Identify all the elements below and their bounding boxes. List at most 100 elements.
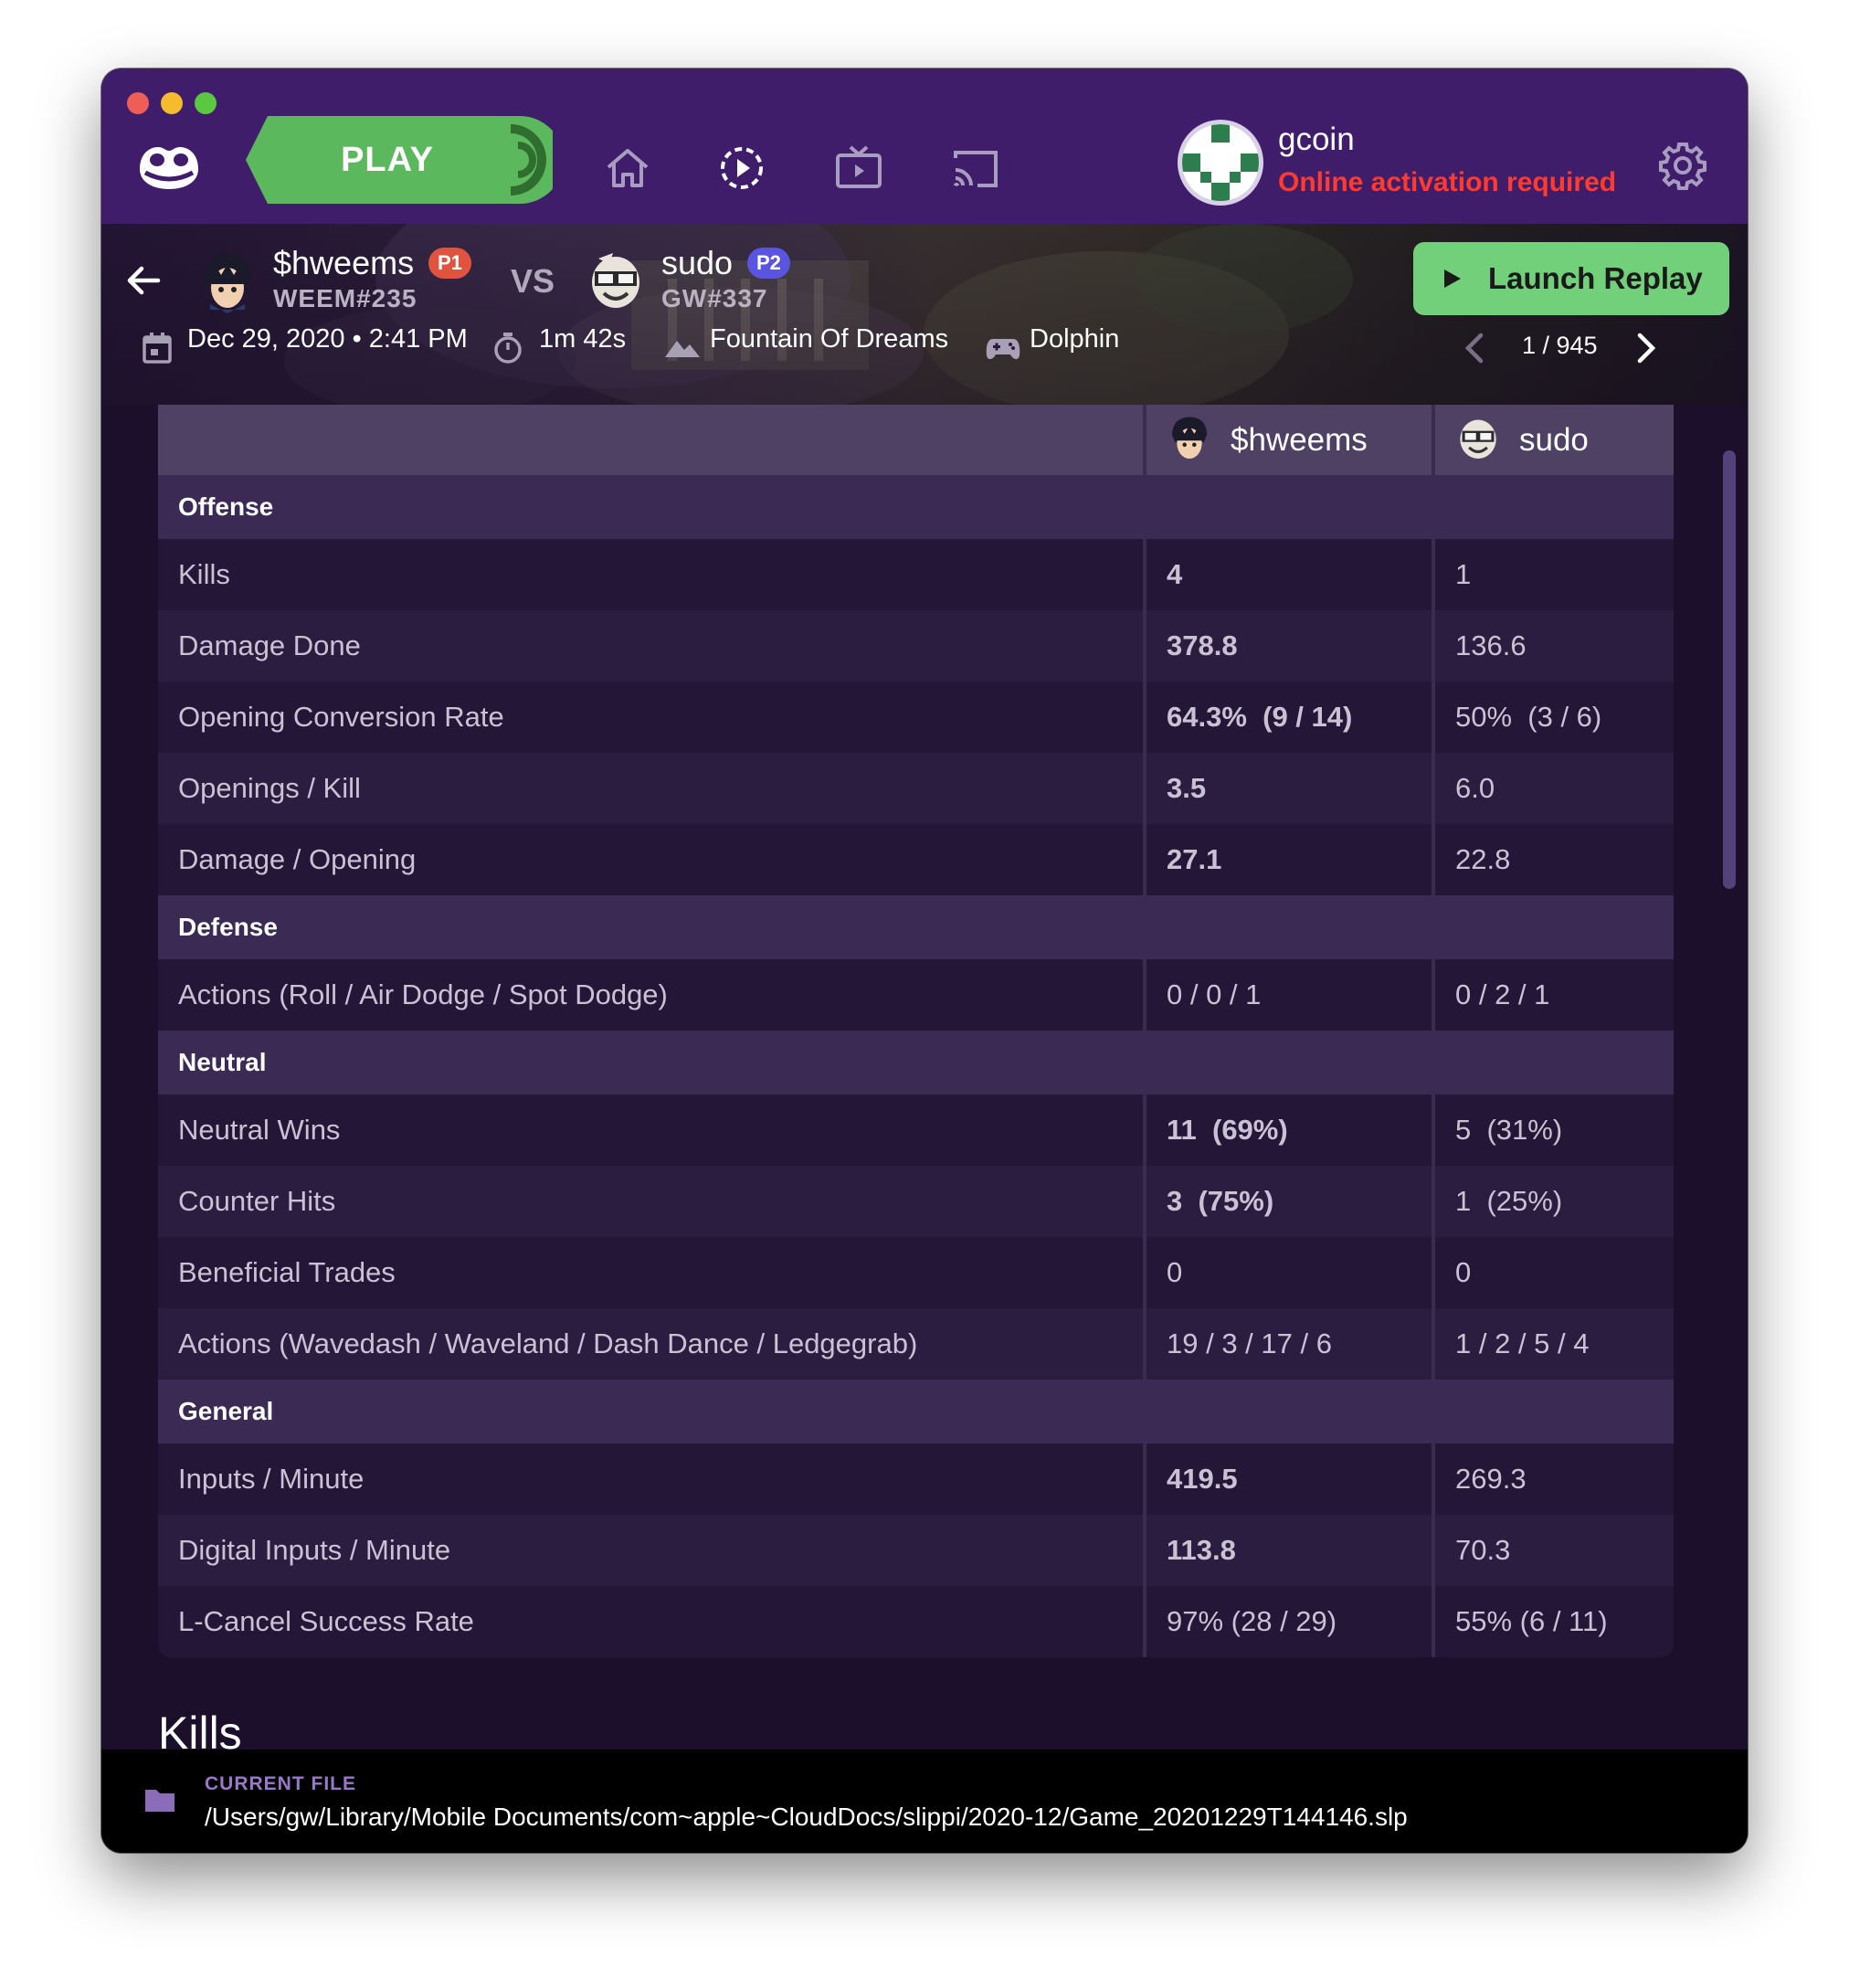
- launch-replay-button[interactable]: Launch Replay: [1413, 242, 1729, 315]
- stat-value-player1: 113.8: [1143, 1515, 1433, 1586]
- replay-counter: 1 / 945: [1522, 332, 1598, 359]
- stat-value-player2: 1: [1432, 539, 1674, 610]
- scrollbar-thumb[interactable]: [1723, 450, 1736, 889]
- stat-value-player1: 3 (75%): [1143, 1166, 1433, 1237]
- falco-character-icon: [1460, 419, 1496, 459]
- stat-value-player2: 1 / 2 / 5 / 4: [1432, 1308, 1674, 1380]
- play-icon: [1444, 270, 1461, 288]
- falco-character-icon: [592, 253, 639, 308]
- stat-value-player2: 0 / 2 / 1: [1432, 959, 1674, 1031]
- stat-value-player2: 22.8: [1432, 824, 1674, 895]
- zoom-window-button[interactable]: [195, 92, 217, 114]
- stat-value-player1: 419.5: [1143, 1443, 1433, 1515]
- stage-mountain-icon: [665, 341, 700, 357]
- play-button[interactable]: PLAY: [246, 116, 553, 204]
- stat-label: Digital Inputs / Minute: [158, 1515, 1145, 1586]
- replays-icon[interactable]: [713, 140, 770, 196]
- section-title: Neutral: [158, 1031, 1674, 1094]
- activation-warning[interactable]: Online activation required: [1278, 167, 1616, 198]
- stats-section-offense: Offense: [158, 475, 1674, 539]
- current-file-footer: CURRENT FILE /Users/gw/Library/Mobile Do…: [101, 1750, 1748, 1853]
- table-row: Actions (Wavedash / Waveland / Dash Danc…: [158, 1308, 1674, 1380]
- next-replay-icon[interactable]: [1632, 330, 1660, 366]
- stats-section-defense: Defense: [158, 895, 1674, 959]
- previous-replay-icon[interactable]: [1461, 330, 1488, 366]
- stat-value-player1: 27.1: [1143, 824, 1433, 895]
- stats-section-general: General: [158, 1380, 1674, 1443]
- header-player2-name: sudo: [1519, 422, 1589, 458]
- stat-value-player2: 1 (25%): [1432, 1166, 1674, 1237]
- stat-label: Neutral Wins: [158, 1094, 1145, 1166]
- home-icon[interactable]: [599, 140, 656, 196]
- stats-header-label: [158, 405, 1145, 475]
- table-row: Inputs / Minute 419.5 269.3: [158, 1443, 1674, 1515]
- player2-tag: GW#337: [661, 284, 768, 312]
- stat-label: Actions (Roll / Air Dodge / Spot Dodge): [158, 959, 1145, 1031]
- stat-label: Openings / Kill: [158, 753, 1145, 824]
- stats-table-body: Offense Kills 4 1 Damage Done 378.8 136.6 Openi…: [158, 475, 1674, 1657]
- vs-label: VS: [511, 262, 555, 300]
- replay-header: $hweems P1 WEEM#235 VS sudo P2 GW#337 La…: [101, 224, 1748, 405]
- stat-label: Opening Conversion Rate: [158, 682, 1145, 753]
- gamepad-icon: [986, 339, 1020, 360]
- username: gcoin: [1278, 122, 1355, 157]
- minimize-window-button[interactable]: [161, 92, 183, 114]
- broadcast-tv-icon[interactable]: [830, 140, 887, 196]
- calendar-icon: [143, 333, 172, 364]
- stats-table: $hweems sudo Offense Kills 4 1 Damage Do…: [158, 405, 1674, 1657]
- avatar[interactable]: [1178, 120, 1263, 206]
- stats-header-player1: $hweems: [1143, 405, 1433, 475]
- stat-value-player2: 55% (6 / 11): [1432, 1586, 1674, 1657]
- table-row: Kills 4 1: [158, 539, 1674, 610]
- top-bar: PLAY gcoin Online activation required: [101, 69, 1748, 224]
- stat-value-player1: 64.3% (9 / 14): [1143, 682, 1433, 753]
- close-window-button[interactable]: [127, 92, 149, 114]
- player1-tag: WEEM#235: [273, 284, 417, 312]
- stat-value-player2: 0: [1432, 1237, 1674, 1308]
- stat-value-player2: 269.3: [1432, 1443, 1674, 1515]
- table-row: Neutral Wins 11 (69%) 5 (31%): [158, 1094, 1674, 1166]
- stats-header-player2: sudo: [1432, 405, 1674, 475]
- table-row: Beneficial Trades 0 0: [158, 1237, 1674, 1308]
- current-file-path[interactable]: /Users/gw/Library/Mobile Documents/com~a…: [205, 1803, 1408, 1832]
- platform-name: Dolphin: [1030, 324, 1120, 354]
- marth-character-icon: [205, 253, 250, 313]
- stats-content[interactable]: $hweems sudo Offense Kills 4 1 Damage Do…: [101, 405, 1748, 1750]
- marth-character-icon: [1172, 417, 1207, 459]
- kills-section-heading: Kills: [158, 1708, 242, 1750]
- stat-label: Damage / Opening: [158, 824, 1145, 895]
- stat-label: Kills: [158, 539, 1145, 610]
- current-file-label: CURRENT FILE: [205, 1773, 356, 1794]
- stat-value-player2: 6.0: [1432, 753, 1674, 824]
- stopwatch-icon: [494, 333, 522, 364]
- player2-name: sudo: [661, 244, 734, 281]
- table-row: L-Cancel Success Rate 97% (28 / 29) 55% (6…: [158, 1586, 1674, 1657]
- stat-value-player2: 136.6: [1432, 610, 1674, 682]
- table-row: Digital Inputs / Minute 113.8 70.3: [158, 1515, 1674, 1586]
- folder-icon: [145, 1790, 174, 1812]
- app-window: PLAY gcoin Online activation required $h…: [101, 69, 1748, 1853]
- launch-replay-label: Launch Replay: [1488, 261, 1703, 295]
- stat-value-player1: 0: [1143, 1237, 1433, 1308]
- replay-date: Dec 29, 2020 • 2:41 PM: [187, 324, 468, 354]
- section-title: Offense: [158, 475, 1674, 539]
- stage-name: Fountain Of Dreams: [710, 324, 949, 354]
- back-arrow-icon[interactable]: [122, 259, 165, 302]
- table-row: Damage / Opening 27.1 22.8: [158, 824, 1674, 895]
- gear-icon[interactable]: [1654, 137, 1711, 194]
- stats-header-row: $hweems sudo: [158, 405, 1674, 475]
- stat-value-player1: 378.8: [1143, 610, 1433, 682]
- stat-label: Counter Hits: [158, 1166, 1145, 1237]
- table-row: Openings / Kill 3.5 6.0: [158, 753, 1674, 824]
- stat-label: Damage Done: [158, 610, 1145, 682]
- stat-label: Actions (Wavedash / Waveland / Dash Danc…: [158, 1308, 1145, 1380]
- stat-label: L-Cancel Success Rate: [158, 1586, 1145, 1657]
- table-row: Actions (Roll / Air Dodge / Spot Dodge) 0…: [158, 959, 1674, 1031]
- stat-value-player1: 97% (28 / 29): [1143, 1586, 1433, 1657]
- player1-name: $hweems: [273, 244, 415, 281]
- cast-icon[interactable]: [946, 140, 1003, 196]
- slippi-logo-icon[interactable]: [132, 134, 206, 198]
- stat-value-player2: 5 (31%): [1432, 1094, 1674, 1166]
- stat-label: Inputs / Minute: [158, 1443, 1145, 1515]
- stat-value-player2: 50% (3 / 6): [1432, 682, 1674, 753]
